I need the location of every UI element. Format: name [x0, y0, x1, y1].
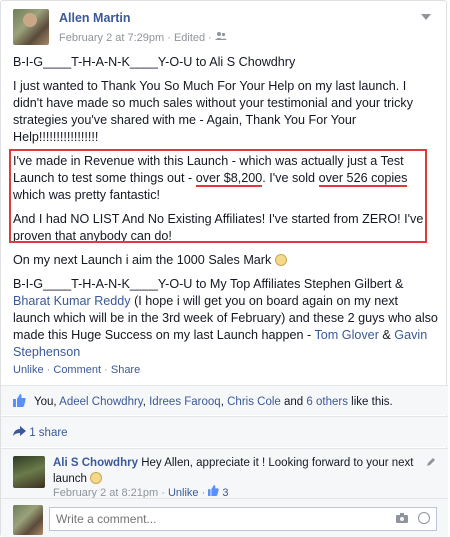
post-paragraph-1: I just wanted to Thank You So Much For Y… — [13, 79, 413, 144]
post-actions: Unlike · Comment · Share — [13, 364, 141, 376]
mention-tom[interactable]: Tom Glover — [315, 328, 379, 342]
post-line-thanks: B-I-G____T-H-A-N-K____Y-O-U to Ali S Cho… — [13, 55, 296, 69]
likers-others-link[interactable]: 6 others — [306, 396, 348, 408]
liker-idrees[interactable]: Idrees Farooq — [149, 396, 221, 408]
post-paragraph-4: On my next Launch i aim the 1000 Sales M… — [13, 252, 438, 269]
author-avatar[interactable] — [13, 9, 49, 45]
mention-bharat[interactable]: Bharat Kumar Reddy — [13, 294, 131, 308]
edited-label[interactable]: Edited — [174, 32, 205, 44]
comment-smiley-emoji-icon — [90, 472, 103, 484]
unlike-link[interactable]: Unlike — [13, 364, 44, 376]
camera-icon[interactable] — [396, 513, 408, 523]
likes-summary: You, Adeel Chowdhry, Idrees Farooq, Chri… — [1, 386, 448, 415]
shares-count-link[interactable]: 1 share — [29, 427, 67, 439]
liker-adeel[interactable]: Adeel Chowdhry — [59, 396, 143, 408]
comment-body: Ali S Chowdhry Hey Allen, appreciate it … — [53, 455, 433, 487]
shares-summary: 1 share — [1, 416, 448, 447]
current-user-avatar — [13, 505, 43, 535]
comment-item: Ali S Chowdhry Hey Allen, appreciate it … — [1, 448, 448, 499]
like-thumb-icon — [13, 394, 26, 407]
post-header: Allen Martin February 2 at 7:29pm · Edit… — [13, 9, 433, 45]
highlight-box — [9, 149, 427, 243]
post-card: Allen Martin February 2 at 7:29pm · Edit… — [0, 0, 448, 537]
commenter-avatar[interactable] — [13, 456, 45, 488]
audience-friends-icon[interactable] — [214, 31, 227, 44]
post-options-chevron-icon[interactable] — [419, 11, 433, 25]
comment-meta: February 2 at 8:21pm · Unlike · 3 — [53, 485, 229, 499]
liker-chris[interactable]: Chris Cole — [227, 396, 281, 408]
comment-input[interactable] — [49, 507, 437, 531]
post-date[interactable]: February 2 at 7:29pm — [59, 32, 164, 44]
post-paragraph-5: B-I-G____T-H-A-N-K____Y-O-U to My Top Af… — [13, 277, 438, 359]
share-arrow-icon — [13, 426, 29, 439]
comment-link[interactable]: Comment — [53, 364, 101, 376]
share-link[interactable]: Share — [111, 364, 140, 376]
smiley-emoji-icon — [274, 254, 287, 266]
post-meta: February 2 at 7:29pm · Edited · — [59, 31, 227, 44]
author-name[interactable]: Allen Martin — [59, 11, 131, 25]
commenter-name[interactable]: Ali S Chowdhry — [53, 457, 138, 469]
edit-pencil-icon[interactable] — [427, 457, 436, 469]
write-comment-row — [1, 498, 448, 537]
emoticon-icon[interactable] — [418, 512, 430, 524]
